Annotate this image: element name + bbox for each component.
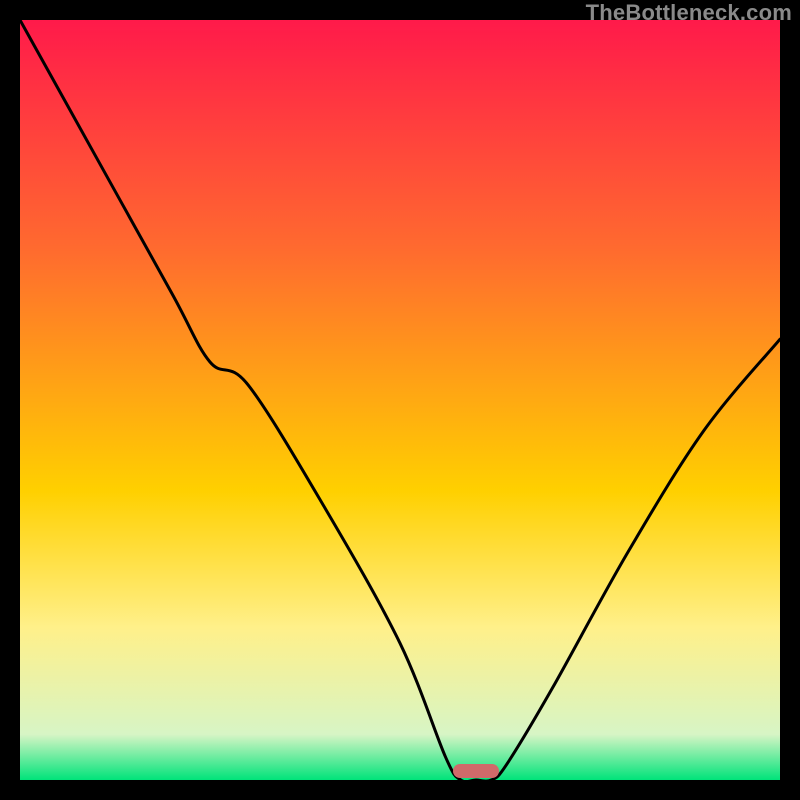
gradient-background (20, 20, 780, 780)
optimal-range-marker (453, 764, 499, 778)
chart-svg (20, 20, 780, 780)
plot-area (20, 20, 780, 780)
chart-frame: TheBottleneck.com (0, 0, 800, 800)
